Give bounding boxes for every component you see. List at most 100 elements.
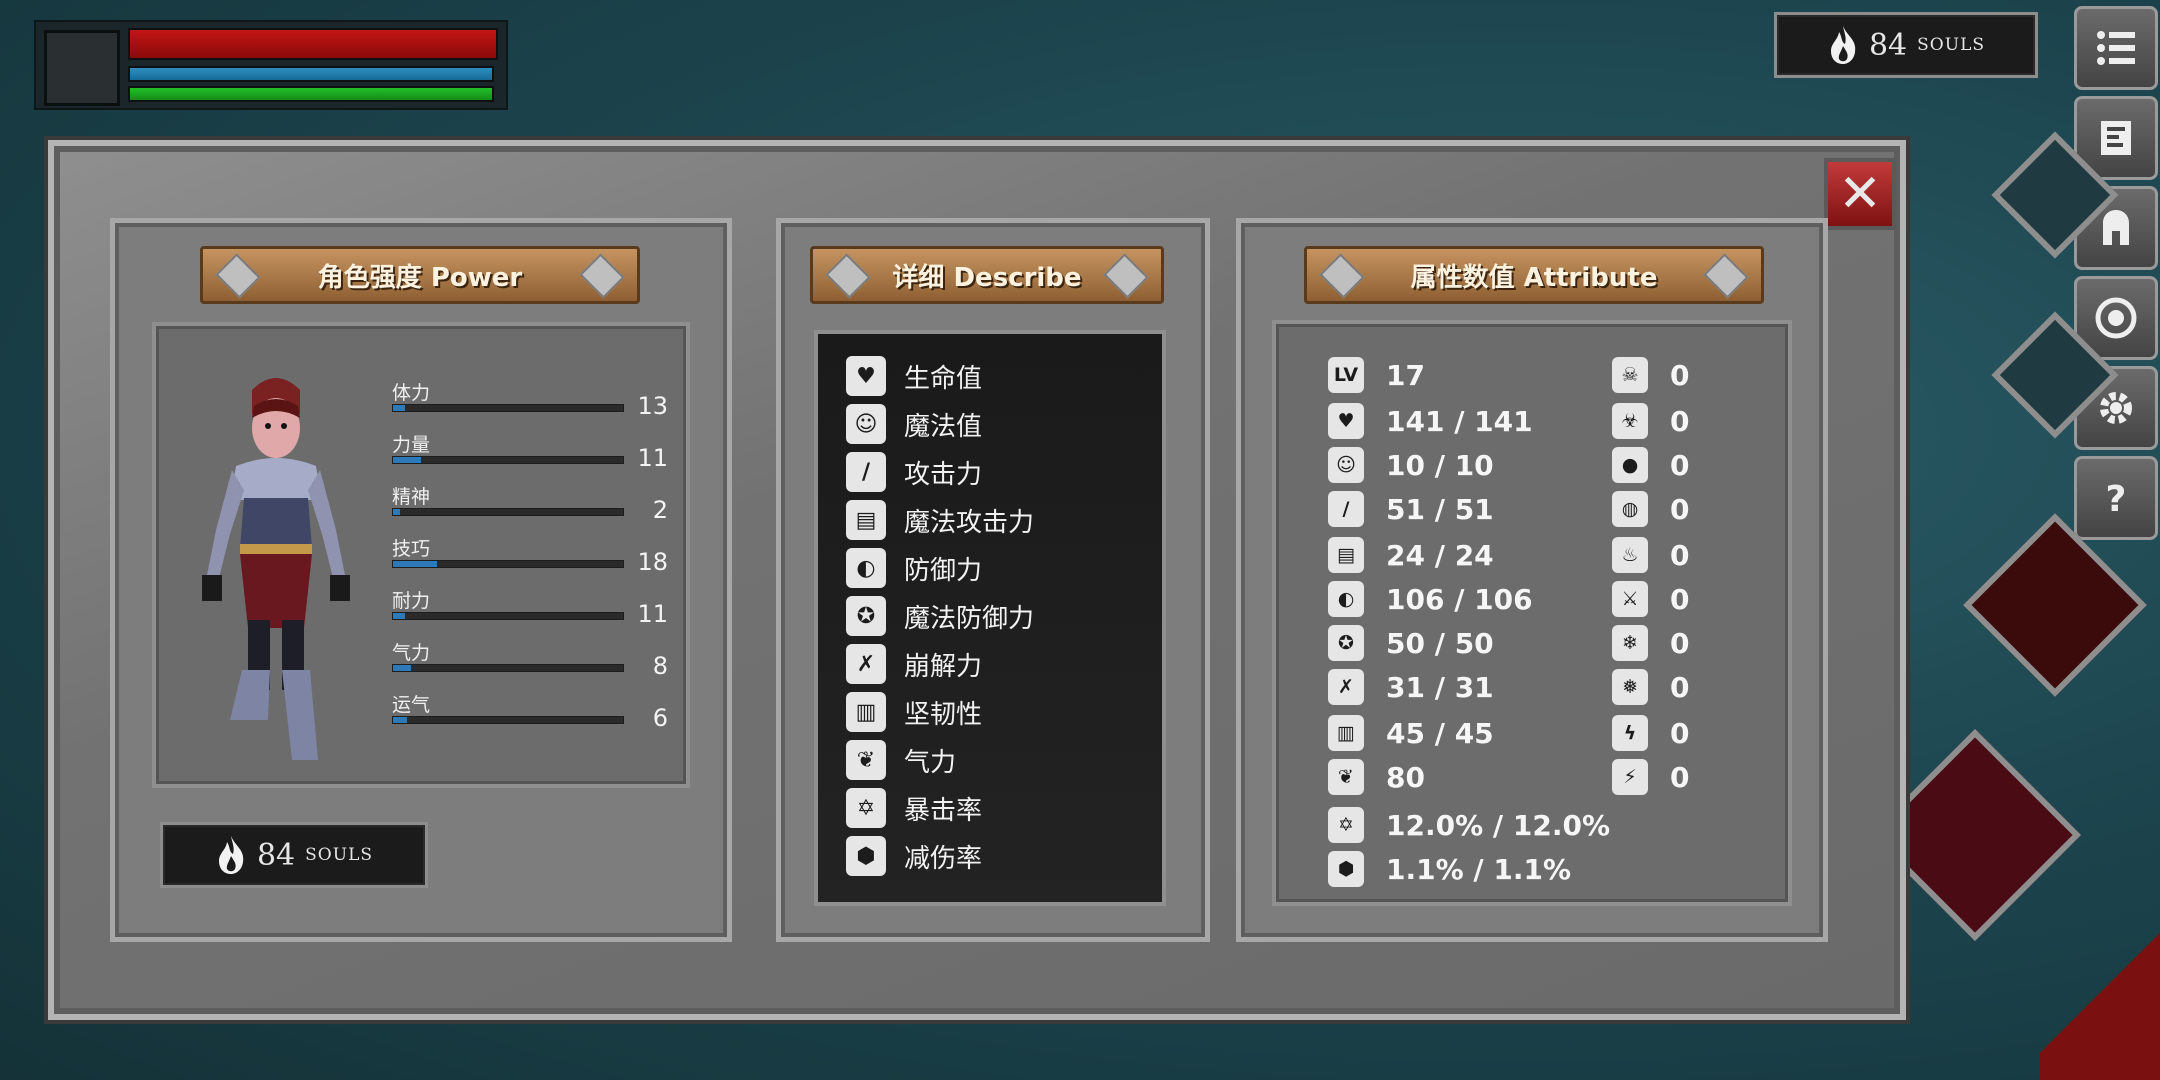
flame-icon xyxy=(218,836,244,874)
attr-value-row: /51 / 51 xyxy=(1328,488,1494,530)
mana-bar xyxy=(128,66,494,82)
attr-value-row: ◐ 106 / 106 xyxy=(1328,578,1533,620)
lungs-icon: ❦ xyxy=(846,740,886,780)
describe-item: ✪ 魔法防御力 xyxy=(846,594,1034,638)
describe-item: ▥ 坚韧性 xyxy=(846,690,982,734)
describe-item: / 攻击力 xyxy=(846,450,982,494)
break-icon: ✗ xyxy=(1328,669,1364,705)
attr-value-row: ▤ 24 / 24 xyxy=(1328,534,1494,576)
souls-counter-top: 84 SOULS xyxy=(1774,12,2038,78)
resistance-row: ☣ 0 xyxy=(1612,400,1689,442)
describe-item: ✗ 崩解力 xyxy=(846,642,982,686)
power-title: 角色强度 Power xyxy=(317,262,523,293)
describe-title: 详细 Describe xyxy=(892,262,1082,293)
emblem-icon xyxy=(2095,297,2137,339)
lightning-resist-icon: ⚡ xyxy=(1612,759,1648,795)
resistance-row: ● 0 xyxy=(1612,444,1689,486)
close-button[interactable]: ✕ xyxy=(1824,158,1896,230)
resistance-row: ❅ 0 xyxy=(1612,666,1689,708)
close-icon: ✕ xyxy=(1838,164,1882,224)
stat-row: 力量 11 xyxy=(392,434,668,472)
describe-item: ⬢ 减伤率 xyxy=(846,834,982,878)
fire-icon: ♨ xyxy=(1612,537,1648,573)
heart-icon: ♥ xyxy=(1328,403,1364,439)
stamina-bar xyxy=(128,86,494,102)
spellbook-icon: ▤ xyxy=(846,500,886,540)
resistance-row: ϟ0 xyxy=(1612,712,1689,754)
stat-row: 运气 6 xyxy=(392,694,668,732)
stat-fill xyxy=(393,561,437,567)
lightning-icon: ϟ xyxy=(1612,715,1648,751)
flame-icon xyxy=(1830,26,1856,64)
describe-item: ❦ 气力 xyxy=(846,738,956,782)
level-icon: LV xyxy=(1328,357,1364,393)
souls-label: SOULS xyxy=(305,845,374,865)
list-icon xyxy=(2097,31,2135,65)
help-button[interactable]: ? xyxy=(2074,456,2158,540)
bleed-icon: ◍ xyxy=(1612,491,1648,527)
sword-icon: / xyxy=(1328,491,1364,527)
helmet-icon: ▥ xyxy=(1328,715,1364,751)
player-status-hud xyxy=(34,20,508,110)
attr-value-row: ☺ 10 / 10 xyxy=(1328,444,1494,486)
stat-row: 耐力 11 xyxy=(392,590,668,628)
stat-fill xyxy=(393,665,412,671)
shield-icon: ◐ xyxy=(1328,581,1364,617)
expand-corner-button[interactable] xyxy=(2040,930,2160,1080)
describe-item: ◐ 防御力 xyxy=(846,546,982,590)
frost-icon: ❄ xyxy=(1612,625,1648,661)
souls-count: 84 xyxy=(1868,27,1908,63)
blood-drop-icon: ● xyxy=(1612,447,1648,483)
resistance-row: ◍ 0 xyxy=(1612,488,1689,530)
menu-list-button[interactable] xyxy=(2074,6,2158,90)
attr-value-row: ❦ 80 xyxy=(1328,756,1425,798)
stat-row: 精神 2 xyxy=(392,486,668,524)
stat-fill xyxy=(393,509,400,515)
shield-icon: ◐ xyxy=(846,548,886,588)
attr-value-row: ✪ 50 / 50 xyxy=(1328,622,1494,664)
level-value: 17 xyxy=(1386,358,1425,392)
head-icon: ☺ xyxy=(1328,447,1364,483)
describe-title-plank: 详细 Describe xyxy=(810,246,1164,304)
svg-text:?: ? xyxy=(2106,479,2127,520)
character-model xyxy=(202,378,350,760)
frost-resist-icon: ❅ xyxy=(1612,669,1648,705)
stat-row: 体力 13 xyxy=(392,382,668,420)
lungs-icon: ❦ xyxy=(1328,759,1364,795)
crit-star-icon: ✡ xyxy=(1328,807,1364,843)
skull-icon: ☠ xyxy=(1612,357,1648,393)
power-title-plank: 角色强度 Power xyxy=(200,246,640,304)
attr-value-row: ⬢ 1.1% / 1.1% xyxy=(1328,848,1571,890)
souls-counter-panel: 84 SOULS xyxy=(160,822,428,888)
stat-row: 技巧 18 xyxy=(392,538,668,576)
break-icon: ✗ xyxy=(846,644,886,684)
block-action-button[interactable] xyxy=(1963,513,2147,697)
stat-fill xyxy=(393,405,405,411)
magic-shield-icon: ✪ xyxy=(846,596,886,636)
stat-fill xyxy=(393,717,407,723)
souls-count: 84 xyxy=(256,837,296,873)
stat-row: 气力 8 xyxy=(392,642,668,680)
describe-item: ♥ 生命值 xyxy=(846,354,982,398)
resistance-row: ♨ 0 xyxy=(1612,534,1689,576)
attr-value-row: ✗ 31 / 31 xyxy=(1328,666,1494,708)
attr-value-row: ✡ 12.0% / 12.0% xyxy=(1328,804,1610,846)
resistance-row: ⚡ 0 xyxy=(1612,756,1689,798)
player-portrait[interactable] xyxy=(44,30,120,106)
damage-reduction-icon: ⬢ xyxy=(1328,851,1364,887)
spellbook-icon: ▤ xyxy=(1328,537,1364,573)
describe-item: ☺ 魔法值 xyxy=(846,402,982,446)
resistance-row: ❄ 0 xyxy=(1612,622,1689,664)
attribute-title: 属性数值 Attribute xyxy=(1410,262,1658,293)
helmet-icon: ▥ xyxy=(846,692,886,732)
describe-item: ▤ 魔法攻击力 xyxy=(846,498,1034,542)
attr-value-row: ▥ 45 / 45 xyxy=(1328,712,1494,754)
stat-fill xyxy=(393,613,405,619)
sword-icon: / xyxy=(846,452,886,492)
souls-label: SOULS xyxy=(1917,35,1986,55)
describe-item: ✡ 暴击率 xyxy=(846,786,982,830)
question-icon: ? xyxy=(2106,479,2127,520)
fire-resist-icon: ⚔ xyxy=(1612,581,1648,617)
poison-icon: ☣ xyxy=(1612,403,1648,439)
head-icon: ☺ xyxy=(846,404,886,444)
